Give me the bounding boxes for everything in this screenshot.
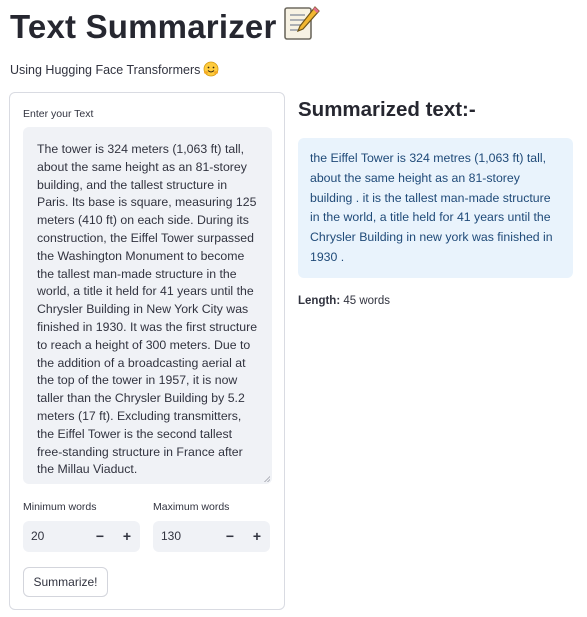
summary-length: Length: 45 words	[298, 295, 390, 307]
text-input-area[interactable]: The tower is 324 meters (1,063 ft) tall,…	[23, 127, 272, 484]
text-input-value: The tower is 324 meters (1,063 ft) tall,…	[37, 142, 258, 477]
max-words-input[interactable]: 130	[161, 529, 181, 543]
max-words-decrement-button[interactable]: −	[219, 525, 241, 547]
page-title-text: Text Summarizer	[10, 8, 277, 45]
summarize-form: Enter your Text The tower is 324 meters …	[9, 92, 285, 610]
summary-heading: Summarized text:-	[298, 98, 476, 121]
subtitle-text: Using Hugging Face Transformers	[10, 63, 201, 77]
text-input-label: Enter your Text	[23, 108, 94, 120]
max-words-stepper: 130 − +	[153, 521, 270, 552]
min-words-increment-button[interactable]: +	[116, 525, 138, 547]
length-value: 45 words	[343, 295, 391, 307]
subtitle: Using Hugging Face Transformers	[10, 61, 219, 80]
max-words-increment-button[interactable]: +	[246, 525, 268, 547]
min-words-decrement-button[interactable]: −	[89, 525, 111, 547]
min-words-label: Minimum words	[23, 501, 97, 513]
min-words-stepper: 20 − +	[23, 521, 140, 552]
summary-box: the Eiffel Tower is 324 metres (1,063 ft…	[298, 138, 573, 278]
memo-icon	[282, 4, 321, 50]
summary-text: the Eiffel Tower is 324 metres (1,063 ft…	[310, 151, 553, 264]
min-words-input[interactable]: 20	[31, 529, 44, 543]
max-words-label: Maximum words	[153, 501, 230, 513]
page-title: Text Summarizer	[10, 4, 321, 50]
length-label: Length:	[298, 295, 341, 307]
summarize-button[interactable]: Summarize!	[23, 567, 108, 597]
hugging-face-icon	[203, 61, 219, 80]
resize-handle[interactable]	[264, 476, 270, 482]
